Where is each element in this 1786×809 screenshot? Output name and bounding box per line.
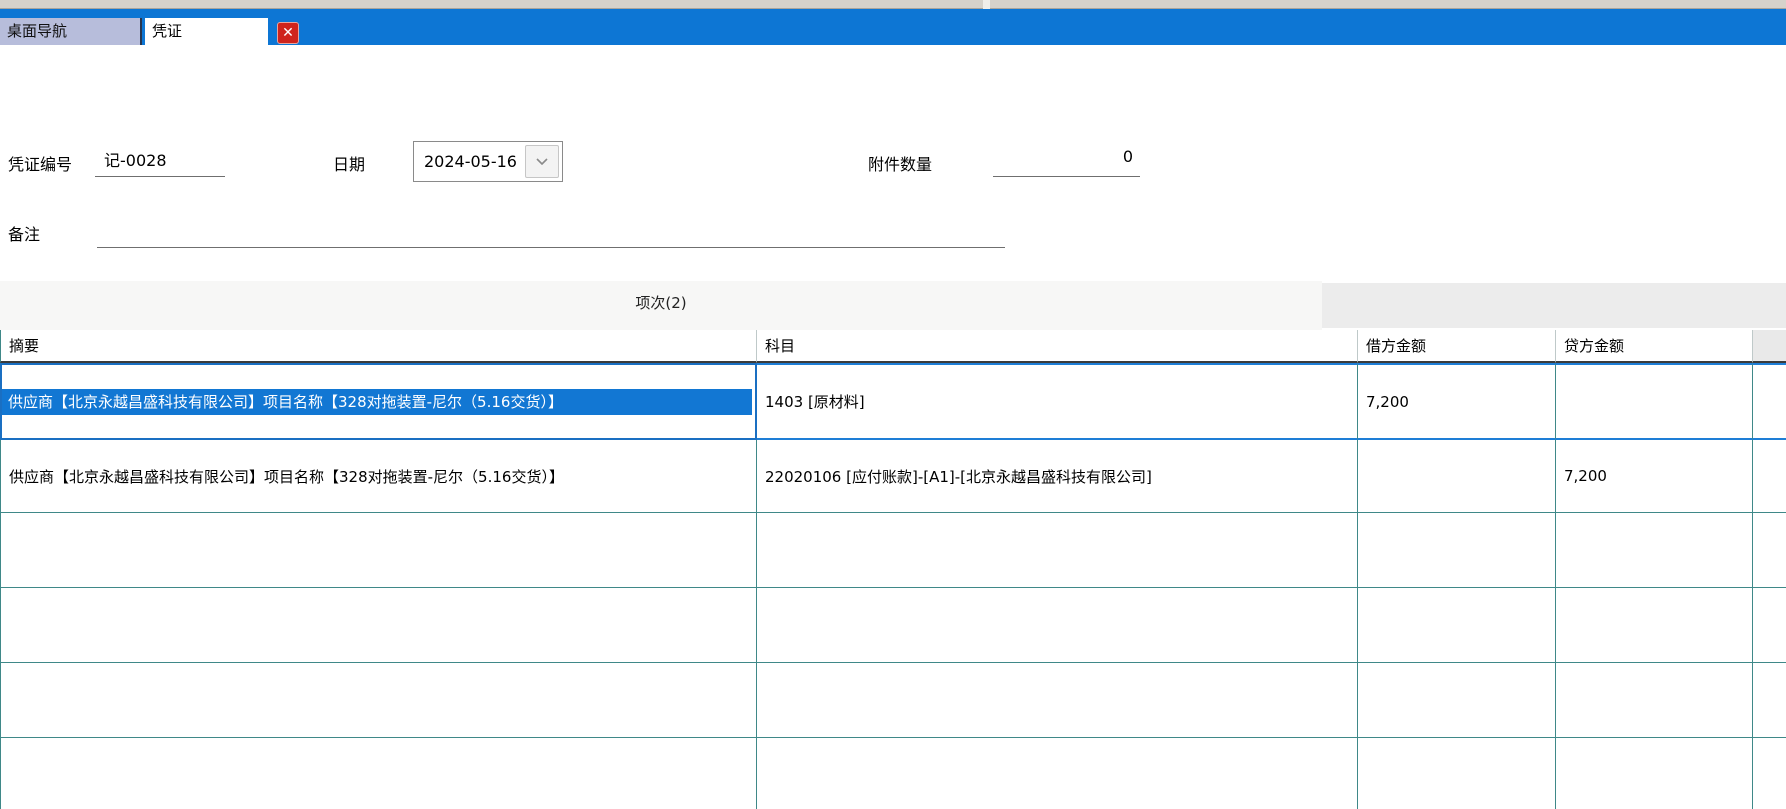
splitter-handle[interactable] xyxy=(983,0,990,9)
voucher-no-value[interactable]: 记-0028 xyxy=(104,147,167,171)
table-row-2-extra-cell[interactable] xyxy=(1753,440,1786,513)
table-row-6-debit-cell[interactable] xyxy=(1358,738,1556,809)
table-row-5-extra-cell[interactable] xyxy=(1753,663,1786,738)
tab-bar: 桌面导航 凭证 ✕ xyxy=(0,9,1786,45)
table-row-1-summary-cell[interactable]: 供应商【北京永越昌盛科技有限公司】项目名称【328对拖装置-尼尔（5.16交货）… xyxy=(0,363,757,440)
table-row-6-summary-cell[interactable] xyxy=(0,738,757,809)
table-row-4-account-cell[interactable] xyxy=(757,588,1358,663)
table-row-1-account-cell[interactable]: 1403 [原材料] xyxy=(757,363,1358,440)
voucher-window: 桌面导航 凭证 ✕ 凭证编号 记-0028 日期 2024-05-16 附件数量… xyxy=(0,0,1786,809)
close-tab-button[interactable]: ✕ xyxy=(277,22,299,44)
table-row-2-summary-cell[interactable]: 供应商【北京永越昌盛科技有限公司】项目名称【328对拖装置-尼尔（5.16交货）… xyxy=(0,440,757,513)
column-header-extra xyxy=(1753,330,1786,363)
table-row-2-debit-cell[interactable] xyxy=(1358,440,1556,513)
selected-summary-text: 供应商【北京永越昌盛科技有限公司】项目名称【328对拖装置-尼尔（5.16交货）… xyxy=(2,389,752,415)
table-row-5-debit-cell[interactable] xyxy=(1358,663,1556,738)
voucher-no-underline xyxy=(95,176,225,177)
tab-voucher[interactable]: 凭证 xyxy=(145,18,268,45)
column-header-account[interactable]: 科目 xyxy=(757,330,1358,363)
remark-label: 备注 xyxy=(8,221,40,245)
table-row-4-credit-cell[interactable] xyxy=(1556,588,1753,663)
date-label: 日期 xyxy=(333,151,365,175)
table-row-1-debit-cell[interactable]: 7,200 xyxy=(1358,363,1556,440)
date-value: 2024-05-16 xyxy=(424,142,517,181)
attachment-count-value[interactable]: 0 xyxy=(993,147,1133,166)
table-row-2-account-cell[interactable]: 22020106 [应付账款]-[A1]-[北京永越昌盛科技有限公司] xyxy=(757,440,1358,513)
voucher-no-label: 凭证编号 xyxy=(8,151,72,175)
table-row-3-debit-cell[interactable] xyxy=(1358,513,1556,588)
items-count-title: 项次(2) xyxy=(0,292,1322,313)
window-top-strip xyxy=(0,0,1786,9)
date-dropdown-button[interactable] xyxy=(525,145,559,178)
table-row-6-account-cell[interactable] xyxy=(757,738,1358,809)
attachment-underline xyxy=(993,176,1140,177)
table-row-3-account-cell[interactable] xyxy=(757,513,1358,588)
table-row-4-debit-cell[interactable] xyxy=(1358,588,1556,663)
column-header-summary[interactable]: 摘要 xyxy=(0,330,757,363)
remark-underline xyxy=(97,247,1005,248)
column-header-credit[interactable]: 贷方金额 xyxy=(1556,330,1753,363)
attachment-count-label: 附件数量 xyxy=(868,151,932,175)
table-row-3-extra-cell[interactable] xyxy=(1753,513,1786,588)
table-row-6-credit-cell[interactable] xyxy=(1556,738,1753,809)
entries-table: 摘要 科目 借方金额 贷方金额 供应商【北京永越昌盛科技有限公司】项目名称【32… xyxy=(0,330,1786,809)
table-row-3-summary-cell[interactable] xyxy=(0,513,757,588)
table-row-6-extra-cell[interactable] xyxy=(1753,738,1786,809)
table-row-2-credit-cell[interactable]: 7,200 xyxy=(1556,440,1753,513)
table-row-1-extra-cell[interactable] xyxy=(1753,363,1786,440)
date-combobox[interactable]: 2024-05-16 xyxy=(413,141,563,182)
tab-desktop-navigation[interactable]: 桌面导航 xyxy=(0,18,142,45)
table-row-3-credit-cell[interactable] xyxy=(1556,513,1753,588)
close-icon: ✕ xyxy=(282,25,294,41)
items-band-right xyxy=(1322,283,1786,328)
table-row-4-extra-cell[interactable] xyxy=(1753,588,1786,663)
table-row-5-summary-cell[interactable] xyxy=(0,663,757,738)
table-row-4-summary-cell[interactable] xyxy=(0,588,757,663)
table-row-5-credit-cell[interactable] xyxy=(1556,663,1753,738)
table-row-5-account-cell[interactable] xyxy=(757,663,1358,738)
table-row-1-credit-cell[interactable] xyxy=(1556,363,1753,440)
column-header-debit[interactable]: 借方金额 xyxy=(1358,330,1556,363)
chevron-down-icon xyxy=(536,158,548,165)
